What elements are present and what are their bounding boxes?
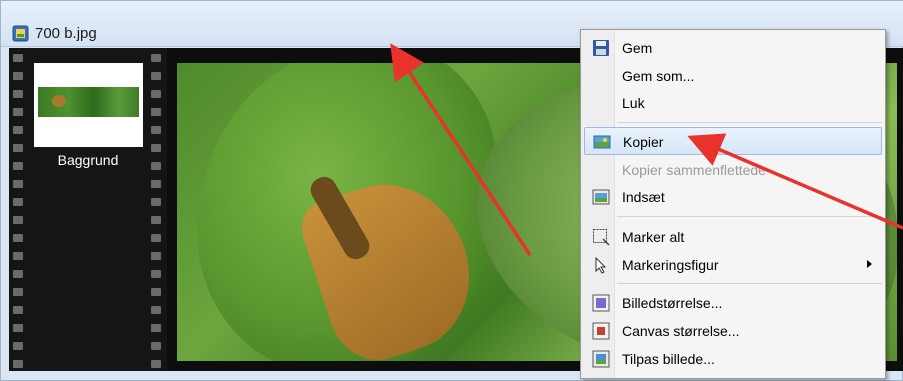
film-perforation-hole [151, 270, 161, 278]
film-perforation-hole [151, 252, 161, 260]
menu-item-label: Marker alt [622, 229, 685, 245]
film-perforation-hole [13, 360, 23, 368]
menu-item-label: Canvas størrelse... [622, 323, 740, 339]
menu-item-indsaet[interactable]: Indsæt [584, 183, 882, 211]
menu-item-label: Indsæt [622, 189, 665, 205]
film-perforation-hole [13, 234, 23, 242]
film-perforation-hole [151, 216, 161, 224]
film-perforation-hole [13, 288, 23, 296]
menu-item-label: Gem [622, 40, 653, 56]
film-perforation-hole [13, 90, 23, 98]
menu-item-label: Tilpas billede... [622, 351, 715, 367]
film-perforation-hole [151, 90, 161, 98]
menu-item-label: Kopier [623, 134, 664, 150]
layer-filmstrip: Baggrund [9, 48, 167, 371]
layer-name: Baggrund [57, 152, 119, 168]
menu-separator [617, 216, 882, 217]
menu-item-label: Kopier sammenflettede [622, 162, 766, 178]
save-icon [592, 39, 610, 57]
menu-item-label: Gem som... [622, 68, 695, 84]
canvas-size-icon [592, 322, 610, 340]
film-perforation-hole [13, 252, 23, 260]
film-perforation-hole [13, 198, 23, 206]
cursor-icon [592, 256, 610, 274]
copy-image-icon [593, 133, 611, 151]
film-perforation-hole [151, 54, 161, 62]
film-perforation-hole [151, 234, 161, 242]
film-perforation-hole [13, 342, 23, 350]
film-perforation-hole [151, 360, 161, 368]
film-perforation-hole [151, 72, 161, 80]
film-perforation-hole [151, 306, 161, 314]
film-perforation-hole [151, 288, 161, 296]
menu-item-markeringsfigur[interactable]: Markeringsfigur [584, 251, 882, 279]
window-title: 700 b.jpg [35, 25, 97, 42]
film-perforation-hole [151, 144, 161, 152]
menu-item-gem[interactable]: Gem [584, 34, 882, 62]
fit-image-icon [592, 350, 610, 368]
menu-item-luk[interactable]: Luk [584, 89, 882, 117]
select-all-icon [592, 228, 610, 246]
film-perforation-hole [151, 198, 161, 206]
film-perforations-right [151, 48, 163, 371]
menu-item-tilpas-billede[interactable]: Tilpas billede... [584, 345, 882, 373]
menu-separator [617, 283, 882, 284]
menu-item-marker-alt[interactable]: Marker alt [584, 223, 882, 251]
menu-item-label: Markeringsfigur [622, 257, 719, 273]
menu-item-canvas-storrelse[interactable]: Canvas størrelse... [584, 317, 882, 345]
film-perforation-hole [151, 180, 161, 188]
menu-separator [617, 122, 882, 123]
menu-item-gem-som[interactable]: Gem som... [584, 62, 882, 90]
menu-item-billedstorrelse[interactable]: Billedstørrelse... [584, 289, 882, 317]
film-perforation-hole [151, 126, 161, 134]
film-perforation-hole [13, 270, 23, 278]
film-perforation-hole [13, 54, 23, 62]
film-perforation-hole [151, 324, 161, 332]
film-perforation-hole [151, 108, 161, 116]
menu-item-label: Luk [622, 95, 645, 111]
film-perforation-hole [13, 126, 23, 134]
film-perforation-hole [13, 72, 23, 80]
context-menu: Gem Gem som... Luk Kopier Kopier sammenf… [580, 29, 886, 379]
film-perforation-hole [13, 216, 23, 224]
menu-item-label: Billedstørrelse... [622, 295, 723, 311]
image-size-icon [592, 294, 610, 312]
film-perforation-hole [13, 180, 23, 188]
film-perforations-left [13, 48, 25, 371]
menu-item-kopier[interactable]: Kopier [584, 127, 882, 155]
image-file-icon [12, 25, 29, 42]
paste-image-icon [592, 188, 610, 206]
submenu-arrow-icon [867, 260, 872, 268]
film-perforation-hole [151, 342, 161, 350]
menu-item-kopier-sammenflettede: Kopier sammenflettede [584, 156, 882, 184]
film-perforation-hole [13, 144, 23, 152]
layer-thumbnail-image [38, 87, 139, 117]
layer-thumbnail[interactable] [34, 63, 143, 147]
film-perforation-hole [13, 324, 23, 332]
film-perforation-hole [13, 108, 23, 116]
film-perforation-hole [13, 306, 23, 314]
